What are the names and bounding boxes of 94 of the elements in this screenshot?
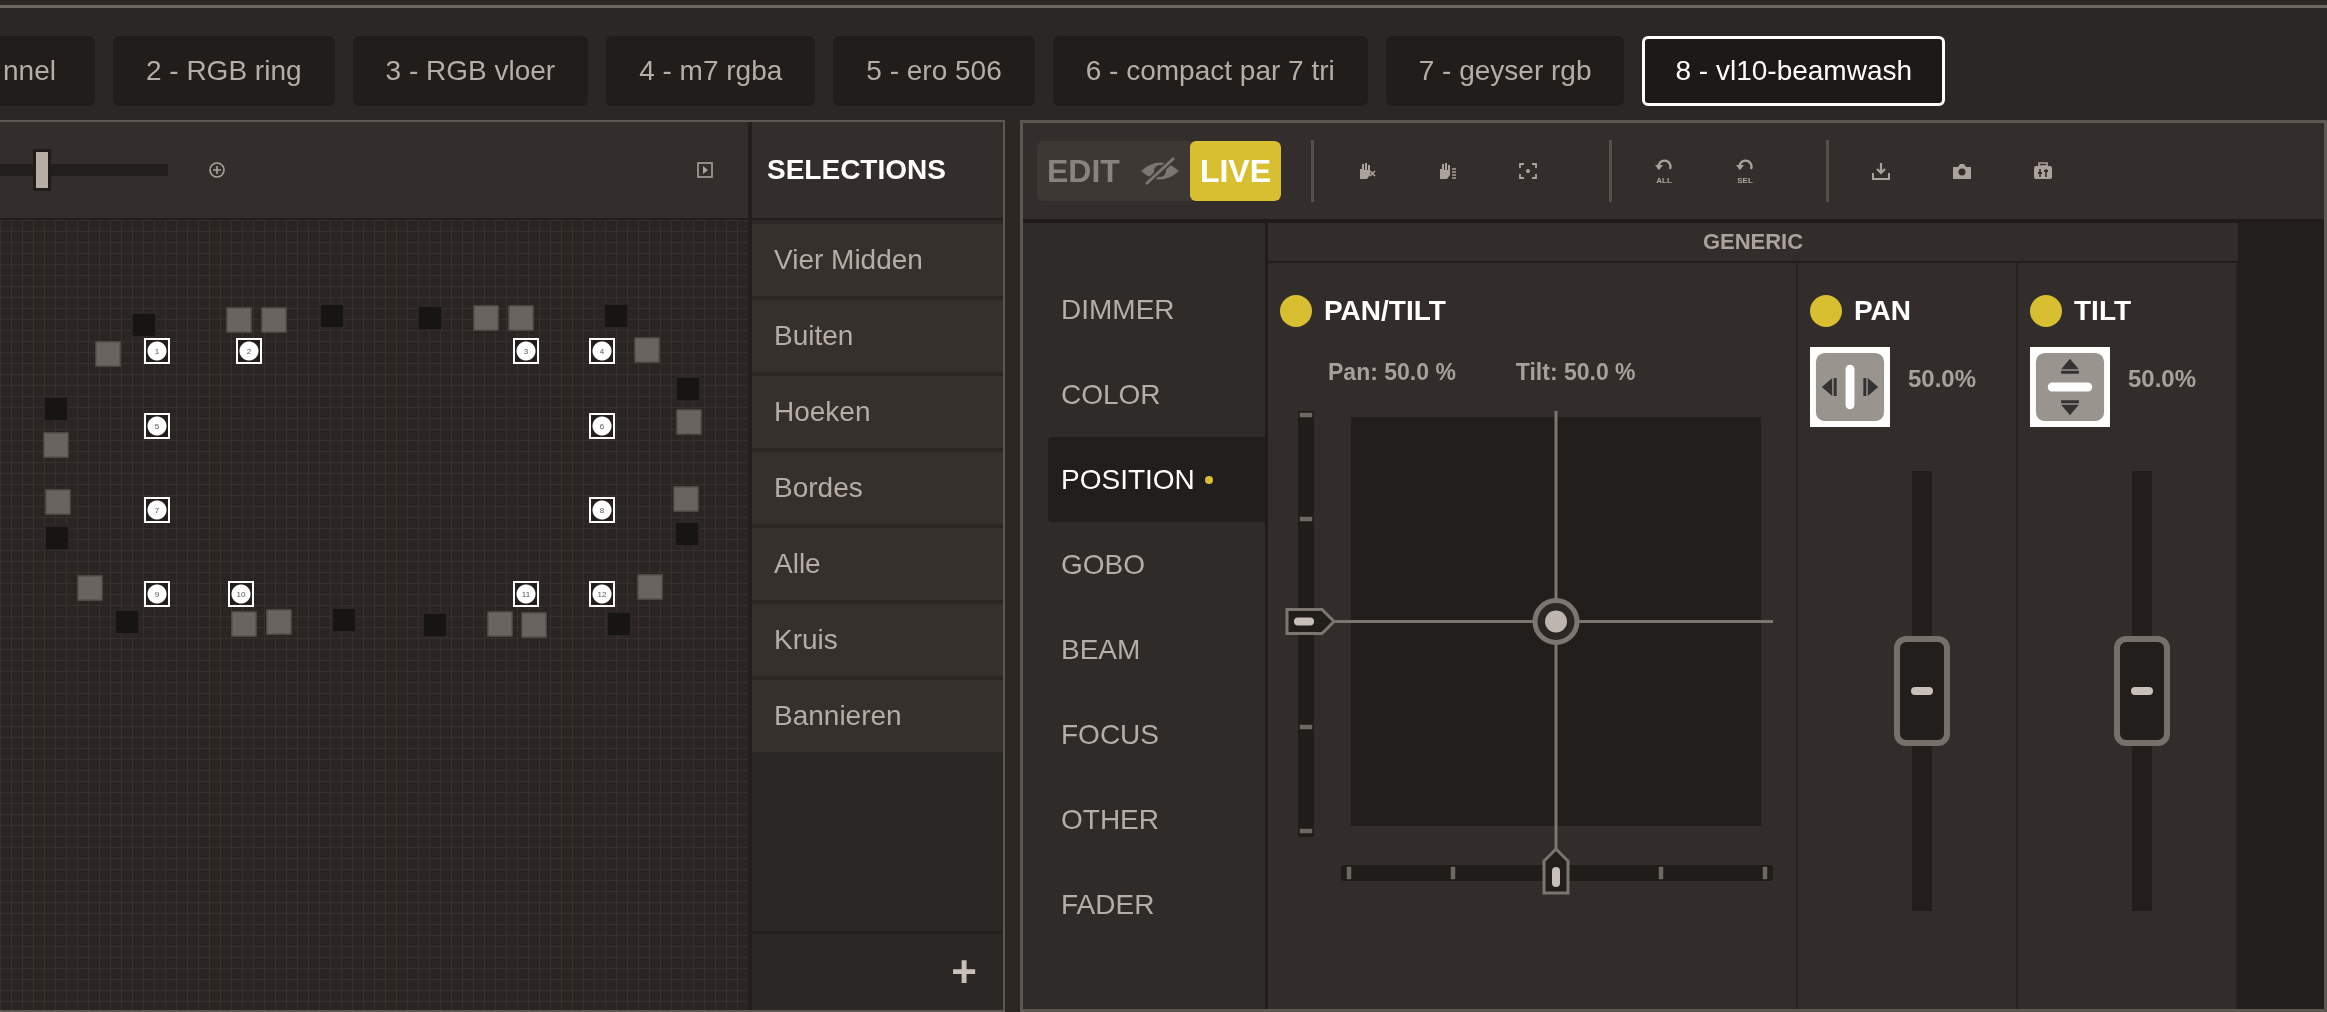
fixture-marker[interactable]: 5 (144, 413, 170, 439)
feature-tab[interactable]: COLOR (1048, 352, 1265, 437)
attribute-title: PAN/TILT (1324, 295, 1446, 327)
feature-tab[interactable]: POSITION (1048, 437, 1265, 522)
pan-slider-track[interactable] (1341, 865, 1773, 881)
undo-button[interactable]: ALL (1634, 141, 1694, 201)
fixture-square[interactable] (43, 432, 69, 458)
fixture-square[interactable] (417, 305, 443, 331)
fixture-square[interactable] (45, 489, 71, 515)
fixture-square[interactable] (422, 612, 448, 638)
fixture-tab[interactable]: 8 - vl10-beamwash (1642, 36, 1946, 106)
add-selection-button[interactable]: + (945, 947, 983, 997)
fixture-square[interactable] (676, 409, 702, 435)
fixture-tab[interactable]: nnel (0, 36, 95, 106)
fixture-marker[interactable]: 11 (513, 581, 539, 607)
crosshair-handle[interactable] (1532, 598, 1580, 645)
fader-thumb[interactable] (2114, 636, 2170, 746)
selection-item[interactable]: Hoeken (752, 376, 1003, 448)
selection-item[interactable]: Bannieren (752, 680, 1003, 752)
feature-tab[interactable]: FADER (1048, 862, 1265, 947)
zoom-in-icon[interactable] (208, 161, 226, 179)
fixture-tab[interactable]: 4 - m7 rgba (606, 36, 816, 106)
fixture-tab[interactable]: 2 - RGB ring (112, 36, 335, 106)
pan-reading: Pan: 50.0 % (1328, 359, 1456, 387)
selection-item[interactable]: Buiten (752, 300, 1003, 372)
fixture-marker[interactable]: 4 (589, 338, 615, 364)
feature-tab[interactable]: DIMMER (1048, 267, 1265, 352)
zoom-slider-thumb[interactable] (33, 149, 51, 191)
fixture-square[interactable] (521, 612, 547, 638)
fixture-square[interactable] (95, 341, 121, 367)
selection-item[interactable]: Bordes (752, 452, 1003, 524)
panel-toggle-icon[interactable] (696, 161, 714, 179)
section-title: GENERIC (1268, 223, 2238, 263)
fixture-marker[interactable]: 8 (589, 497, 615, 523)
fixture-square[interactable] (319, 303, 345, 329)
fixture-marker[interactable]: 6 (589, 413, 615, 439)
tilt-slider-thumb[interactable] (1285, 608, 1337, 635)
fixture-marker[interactable]: 1 (144, 338, 170, 364)
feature-tab[interactable]: BEAM (1048, 607, 1265, 692)
fixture-square[interactable] (231, 611, 257, 637)
fixture-square[interactable] (331, 607, 357, 633)
fixture-tab[interactable]: 6 - compact par 7 tri (1052, 36, 1368, 106)
horizontal-arrows-icon[interactable] (1810, 347, 1890, 427)
fixture-square[interactable] (674, 521, 700, 547)
fixture-square[interactable] (487, 611, 513, 637)
undo-button[interactable]: SEL (1715, 141, 1775, 201)
fixture-marker[interactable]: 7 (144, 497, 170, 523)
enabled-dot[interactable] (1280, 295, 1312, 327)
channel-reading: 50.0% (1908, 365, 1977, 393)
fixture-tab[interactable]: 7 - geyser rgb (1385, 36, 1625, 106)
enabled-dot[interactable] (1810, 295, 1842, 327)
fixture-square[interactable] (261, 307, 287, 333)
fixture-marker[interactable]: 3 (513, 338, 539, 364)
pan-slider-thumb[interactable] (1542, 846, 1570, 895)
vertical-arrows-icon[interactable] (2030, 347, 2110, 427)
download-icon (1870, 161, 1892, 181)
fixture-square[interactable] (673, 486, 699, 512)
channel-reading: 50.0% (2128, 365, 2197, 393)
fixture-marker[interactable]: 9 (144, 581, 170, 607)
selection-item[interactable]: Vier Midden (752, 224, 1003, 296)
fixture-square[interactable] (508, 305, 534, 331)
fader-thumb[interactable] (1894, 636, 1950, 746)
focus-frame-icon (1517, 161, 1539, 181)
camera-icon (1951, 161, 1973, 181)
feature-tab[interactable]: OTHER (1048, 777, 1265, 862)
fixture-square[interactable] (226, 307, 252, 333)
fixture-tab[interactable]: 3 - RGB vloer (352, 36, 589, 106)
tilt-reading: Tilt: 50.0 % (1515, 359, 1636, 387)
feature-tab[interactable]: FOCUS (1048, 692, 1265, 777)
fixture-square[interactable] (44, 525, 70, 551)
enabled-dot[interactable] (2030, 295, 2062, 327)
fixture-square[interactable] (637, 574, 663, 600)
fixture-square[interactable] (473, 305, 499, 331)
selections-title: SELECTIONS (752, 122, 1003, 220)
fixture-square[interactable] (675, 376, 701, 402)
attribute-title: TILT (2074, 295, 2131, 327)
fixture-square[interactable] (266, 609, 292, 635)
fixture-square[interactable] (77, 575, 103, 601)
fixture-square[interactable] (114, 609, 140, 635)
fixture-marker[interactable]: 2 (236, 338, 262, 364)
fixture-marker[interactable]: 12 (589, 581, 615, 607)
fixture-tab[interactable]: 5 - ero 506 (833, 36, 1035, 106)
fixture-square[interactable] (606, 611, 632, 637)
tilt-slider-track[interactable] (1298, 411, 1314, 837)
fixture-settings-icon (2032, 161, 2054, 181)
fixture-marker[interactable]: 10 (228, 581, 254, 607)
fixture-square[interactable] (131, 312, 157, 338)
attribute-title: PAN (1854, 295, 1912, 327)
fixture-square[interactable] (603, 303, 629, 329)
selection-item[interactable]: Alle (752, 528, 1003, 600)
feature-tab[interactable]: GOBO (1048, 522, 1265, 607)
fixture-square[interactable] (634, 337, 660, 363)
fixture-square[interactable] (43, 396, 69, 422)
selection-item[interactable]: Kruis (752, 604, 1003, 676)
